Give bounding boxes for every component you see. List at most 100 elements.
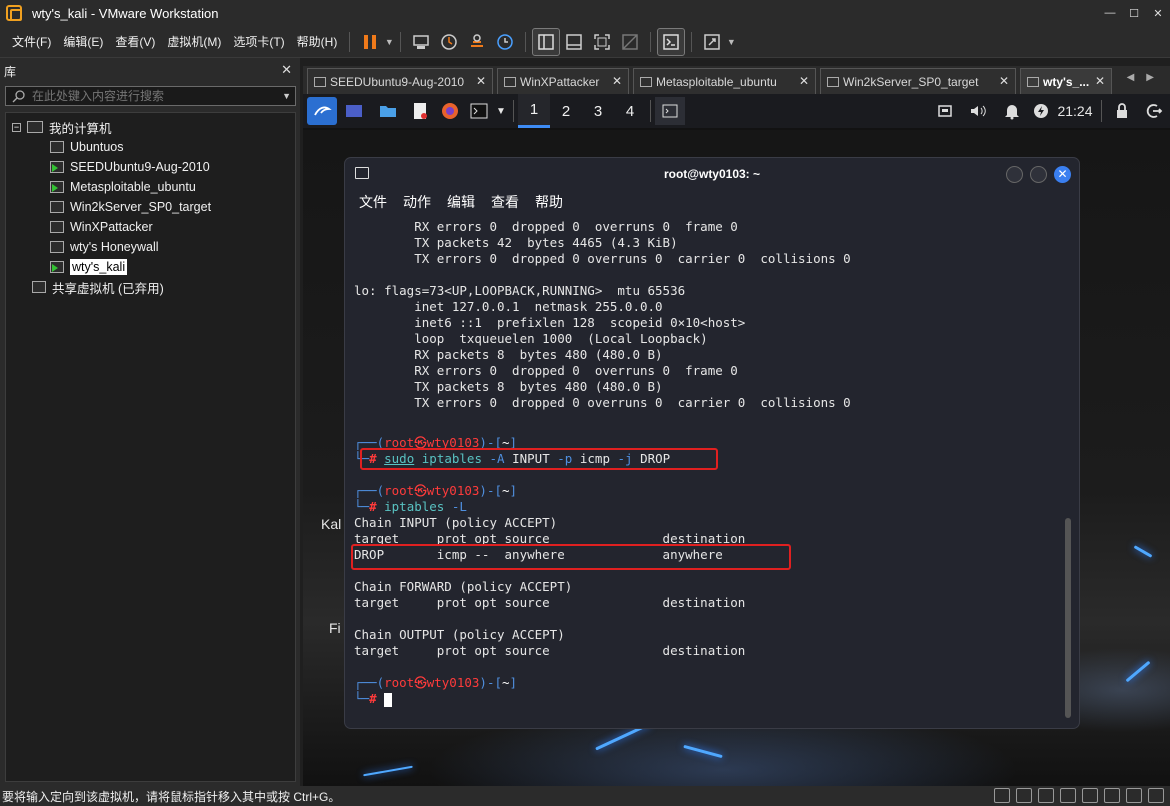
lock-screen-icon[interactable] [1106, 94, 1138, 128]
text-cursor [384, 692, 393, 707]
console-view-icon[interactable] [657, 27, 686, 56]
library-close-icon[interactable]: ✕ [281, 62, 292, 78]
library-search[interactable]: ▼ [5, 86, 296, 106]
tab-metasploitable[interactable]: Metasploitable_ubuntu ✕ [633, 68, 816, 94]
text-editor-icon[interactable] [405, 94, 435, 128]
tree-vm-metasploitable[interactable]: Metasploitable_ubuntu [50, 177, 196, 197]
network-icon[interactable] [929, 94, 961, 128]
full-screen-icon[interactable] [588, 28, 616, 56]
search-dropdown-icon[interactable]: ▼ [282, 91, 291, 101]
tree-vm-win2kserver[interactable]: Win2kServer_SP0_target [50, 197, 211, 217]
notifications-icon[interactable] [995, 94, 1029, 128]
menu-bar: 文件(F) 编辑(E) 查看(V) 虚拟机(M) 选项卡(T) 帮助(H) ▼ … [0, 26, 1170, 58]
tree-vm-seedubuntu[interactable]: SEEDUbuntu9-Aug-2010 [50, 157, 210, 177]
taskbar-terminal-icon[interactable] [655, 97, 685, 125]
revert-snapshot-icon[interactable] [463, 28, 491, 56]
show-library-icon[interactable] [532, 27, 561, 56]
terminal-output[interactable]: RX errors 0 dropped 0 overruns 0 frame 0… [351, 217, 1054, 717]
terminal-maximize-button[interactable] [1030, 166, 1047, 183]
snapshot-manager-icon[interactable] [491, 28, 519, 56]
clock[interactable]: 21:24 [1053, 94, 1097, 128]
shared-vm-icon [32, 281, 46, 293]
tab-winxpattacker[interactable]: WinXPattacker ✕ [497, 68, 629, 94]
command-line: └─# iptables -L [354, 499, 467, 514]
hard-disk-icon[interactable] [994, 788, 1010, 803]
logout-icon[interactable] [1138, 94, 1170, 128]
workspace-2[interactable]: 2 [550, 94, 582, 128]
terminal-menu-edit[interactable]: 编辑 [447, 192, 475, 212]
terminal-minimize-button[interactable] [1006, 166, 1023, 183]
tab-kali[interactable]: wty's_... ✕ [1020, 68, 1112, 94]
library-search-input[interactable] [32, 89, 272, 103]
message-log-icon[interactable] [1148, 788, 1164, 803]
sound-card-icon[interactable] [1082, 788, 1098, 803]
tree-shared-vms[interactable]: 共享虚拟机 (已弃用) [32, 277, 164, 297]
printer-icon[interactable] [1104, 788, 1120, 803]
stretch-guest-icon[interactable] [698, 28, 726, 56]
output-line: Chain INPUT (policy ACCEPT) [354, 515, 558, 530]
command-line[interactable]: └─# [354, 691, 393, 707]
tree-root[interactable]: − 我的计算机 [12, 117, 112, 137]
close-button[interactable]: ✕ [1146, 0, 1170, 26]
pause-icon[interactable] [356, 28, 384, 56]
workspace-4[interactable]: 4 [614, 94, 646, 128]
terminal-close-button[interactable]: ✕ [1054, 166, 1071, 183]
power-manager-icon[interactable] [1029, 94, 1053, 128]
desktop-icon-label-fi[interactable]: Fi [329, 620, 341, 636]
tab-seedubuntu[interactable]: SEEDUbuntu9-Aug-2010 ✕ [307, 68, 493, 94]
menu-edit[interactable]: 编辑(E) [57, 26, 109, 58]
power-dropdown-icon[interactable]: ▼ [384, 37, 394, 47]
snapshot-icon[interactable] [435, 28, 463, 56]
menu-file[interactable]: 文件(F) [6, 26, 57, 58]
firefox-icon[interactable] [435, 94, 465, 128]
volume-icon[interactable] [961, 94, 995, 128]
terminal-window[interactable]: root@wty0103: ~ ✕ 文件 动作 编辑 查看 帮助 RX erro… [345, 158, 1079, 728]
tree-vm-kali[interactable]: wty's_kali [50, 257, 128, 277]
usb-icon[interactable] [1060, 788, 1076, 803]
cd-drive-icon[interactable] [1016, 788, 1032, 803]
workspace-3[interactable]: 3 [582, 94, 614, 128]
menu-help[interactable]: 帮助(H) [291, 26, 344, 58]
tree-vm-ubuntuos[interactable]: Ubuntuos [50, 137, 124, 157]
output-line: target prot opt source destination [354, 643, 746, 658]
terminal-scrollbar[interactable] [1065, 518, 1071, 718]
status-hint: 要将输入定向到该虚拟机，请将鼠标指针移入其中或按 Ctrl+G。 [2, 789, 341, 804]
tab-scroll-arrows[interactable]: ◀▶ [1127, 72, 1166, 83]
unity-icon[interactable] [616, 28, 644, 56]
menu-view[interactable]: 查看(V) [109, 26, 161, 58]
tab-close-icon[interactable]: ✕ [612, 74, 622, 88]
stretch-dropdown-icon[interactable]: ▼ [726, 37, 736, 47]
send-ctrl-alt-del-icon[interactable] [407, 28, 435, 56]
terminal-menu-view[interactable]: 查看 [491, 192, 519, 212]
search-icon [12, 90, 25, 103]
collapse-icon[interactable]: − [12, 122, 21, 132]
tab-close-icon[interactable]: ✕ [999, 74, 1009, 88]
thumbnail-bar-icon[interactable] [560, 28, 588, 56]
file-manager-icon[interactable] [371, 94, 405, 128]
launcher-dropdown-icon[interactable]: ▼ [493, 94, 509, 128]
tab-close-icon[interactable]: ✕ [799, 74, 809, 88]
terminal-menu-file[interactable]: 文件 [359, 192, 387, 212]
tree-vm-winxpattacker[interactable]: WinXPattacker [50, 217, 153, 237]
tree-vm-honeywall[interactable]: wty's Honeywall [50, 237, 159, 257]
network-adapter-icon[interactable] [1038, 788, 1054, 803]
tab-close-icon[interactable]: ✕ [1095, 74, 1105, 88]
terminal-menu-action[interactable]: 动作 [403, 192, 431, 212]
menu-vm[interactable]: 虚拟机(M) [161, 26, 227, 58]
show-desktop-icon[interactable] [337, 94, 371, 128]
tab-win2kserver[interactable]: Win2kServer_SP0_target ✕ [820, 68, 1016, 94]
minimize-button[interactable]: — [1098, 0, 1122, 26]
menu-tabs[interactable]: 选项卡(T) [227, 26, 290, 58]
output-line: TX errors 0 dropped 0 overruns 0 carrier… [354, 395, 851, 410]
terminal-menu-help[interactable]: 帮助 [535, 192, 563, 212]
maximize-button[interactable]: ☐ [1122, 0, 1146, 26]
tab-close-icon[interactable]: ✕ [476, 74, 486, 88]
highlight-box-drop-rule [351, 544, 791, 570]
desktop-icon-label-kali[interactable]: Kal [321, 516, 341, 532]
workspace-1[interactable]: 1 [518, 94, 550, 128]
terminal-launcher-icon[interactable] [465, 94, 493, 128]
vm-console[interactable]: ▼ 1 2 3 4 21:24 Kal Fi root@wty0103: ~ ✕… [303, 94, 1170, 786]
terminal-titlebar[interactable]: root@wty0103: ~ ✕ [345, 158, 1079, 190]
kali-menu-icon[interactable] [307, 97, 337, 125]
display-icon[interactable] [1126, 788, 1142, 803]
